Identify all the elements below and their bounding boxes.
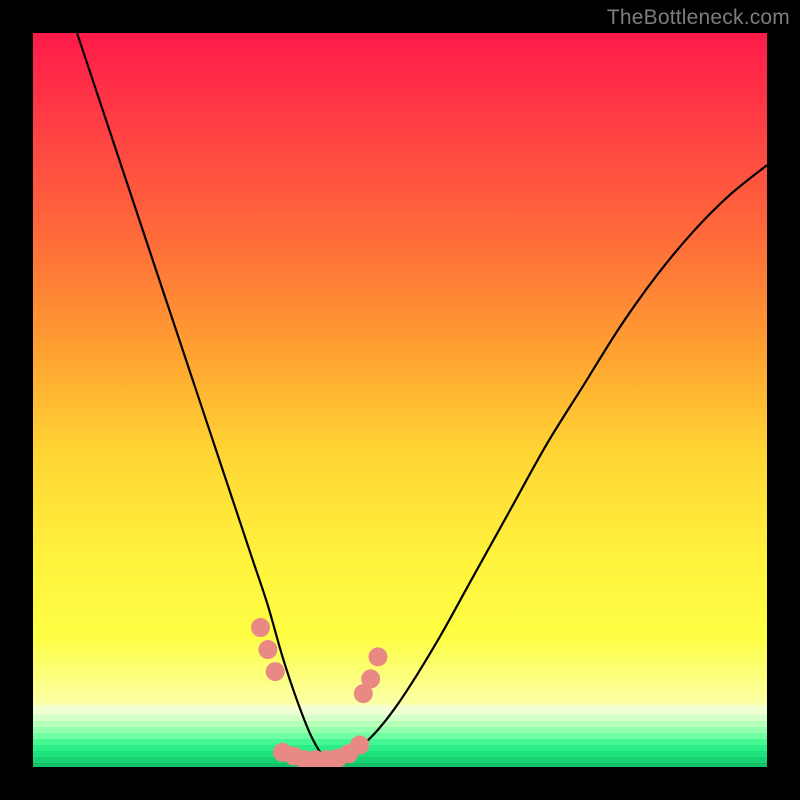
bottleneck-curve xyxy=(33,33,767,767)
chart-frame: TheBottleneck.com xyxy=(0,0,800,800)
valley-marker-dot xyxy=(361,669,380,688)
valley-marker-dot xyxy=(368,647,387,666)
watermark-text: TheBottleneck.com xyxy=(607,6,790,30)
plot-area xyxy=(33,33,767,767)
valley-marker-dot xyxy=(266,662,285,681)
valley-marker-dot xyxy=(258,640,277,659)
valley-marker-dot xyxy=(350,735,369,754)
valley-marker-dot xyxy=(251,618,270,637)
curve-line xyxy=(77,33,767,762)
valley-markers xyxy=(251,618,387,767)
